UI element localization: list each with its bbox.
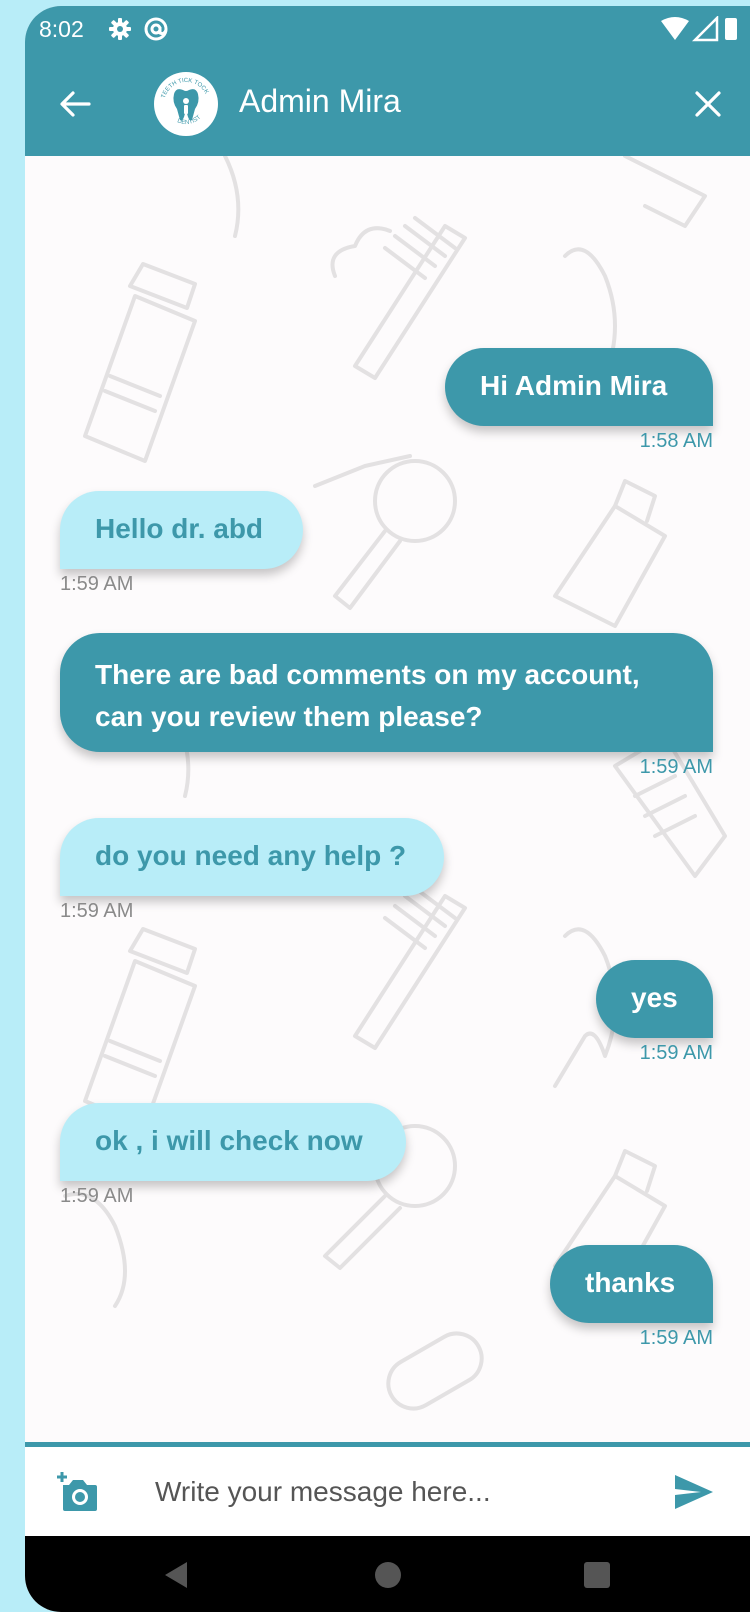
system-nav-bar [25, 1536, 750, 1612]
message-bubble-outgoing[interactable]: yes [596, 960, 713, 1038]
status-right-icons [661, 14, 750, 47]
gear-icon [109, 18, 131, 40]
attach-photo-button[interactable] [55, 1471, 99, 1513]
back-button[interactable] [57, 86, 93, 122]
wifi-icon [661, 17, 689, 40]
status-bar: 8:02 [25, 6, 750, 52]
pill-jar-icon [83, 927, 197, 1128]
message-text: ok , i will check now [95, 1125, 363, 1156]
dental-mirror-icon [313, 454, 457, 610]
message-bubble-outgoing[interactable]: thanks [550, 1245, 713, 1323]
close-icon [695, 91, 721, 117]
message-text-line: There are bad comments on my account, [95, 659, 640, 690]
avatar: TEETH TICK TOCK DENTIST [154, 72, 218, 136]
add-photo-camera-icon [57, 1472, 97, 1511]
message-composer [25, 1442, 750, 1536]
toothbrush-icon [353, 886, 467, 1050]
message-bubble-incoming[interactable]: ok , i will check now [60, 1103, 406, 1181]
message-timestamp: 1:59 AM [60, 1185, 134, 1207]
status-left-icons [108, 15, 188, 48]
send-button[interactable] [673, 1473, 715, 1511]
message-text: yes [631, 982, 678, 1013]
message-timestamp: 1:59 AM [60, 900, 134, 922]
toothbrush-icon [330, 216, 467, 380]
message-bubble-outgoing[interactable]: There are bad comments on my account, ca… [60, 633, 713, 752]
message-text: thanks [585, 1267, 676, 1298]
message-timestamp: 1:59 AM [639, 1042, 713, 1064]
app-bar: TEETH TICK TOCK DENTIST Admin Mira [25, 52, 750, 156]
arrow-left-icon [60, 91, 91, 117]
close-button[interactable] [690, 86, 726, 122]
message-text-line: can you review them please? [95, 701, 483, 732]
phone-screen: 8:02 TEETH TICK TOCK DENTIST Admin Mira … [25, 6, 750, 1612]
status-time: 8:02 [39, 16, 84, 42]
nav-recents-icon[interactable] [583, 1561, 611, 1589]
nav-home-icon[interactable] [373, 1560, 403, 1590]
message-input[interactable] [153, 1467, 657, 1517]
message-timestamp: 1:58 AM [639, 430, 713, 452]
chat-area[interactable]: Hi Admin Mira 1:58 AM Hello dr. abd 1:59… [25, 156, 750, 1442]
tooth-icon [63, 1192, 127, 1308]
signal-icon [691, 14, 719, 42]
battery-icon [725, 18, 737, 40]
message-text: Hi Admin Mira [480, 370, 668, 401]
send-icon [675, 1475, 713, 1509]
capsule-icon [386, 1331, 484, 1411]
at-sign-icon [144, 17, 168, 41]
pill-jar-icon [83, 262, 197, 463]
tooth-logo-icon: TEETH TICK TOCK DENTIST [161, 78, 209, 126]
nav-back-icon[interactable] [161, 1560, 191, 1590]
message-text: Hello dr. abd [95, 513, 264, 544]
message-timestamp: 1:59 AM [639, 1327, 713, 1349]
message-bubble-incoming[interactable]: do you need any help ? [60, 818, 444, 896]
toothpaste-tube-icon [553, 479, 667, 628]
message-bubble-incoming[interactable]: Hello dr. abd [60, 491, 303, 569]
message-text: do you need any help ? [95, 840, 407, 871]
message-bubble-outgoing[interactable]: Hi Admin Mira [445, 348, 713, 426]
chat-title: Admin Mira [239, 83, 401, 119]
message-timestamp: 1:59 AM [639, 756, 713, 778]
message-timestamp: 1:59 AM [60, 573, 134, 595]
tooth-icon [173, 714, 617, 1088]
